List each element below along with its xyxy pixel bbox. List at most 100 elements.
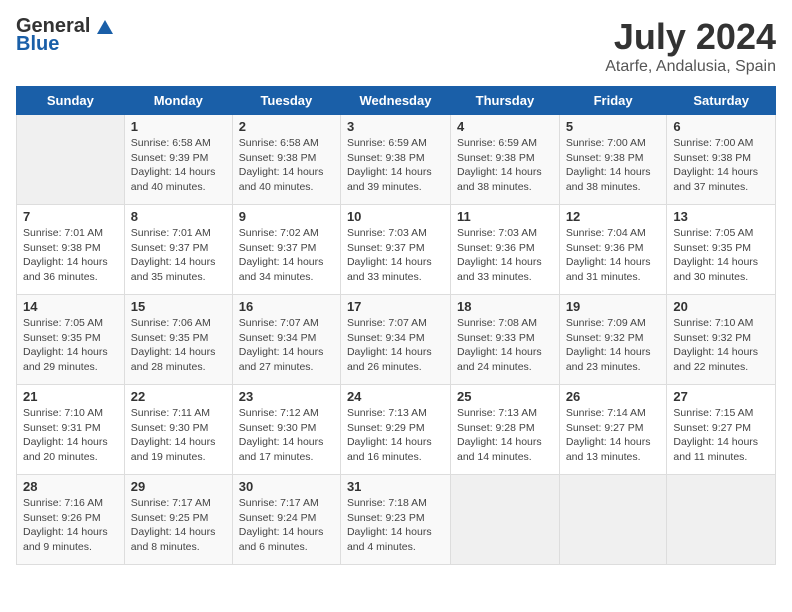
day-sun-info: Sunrise: 7:10 AMSunset: 9:32 PMDaylight:… bbox=[673, 316, 769, 375]
calendar-table: SundayMondayTuesdayWednesdayThursdayFrid… bbox=[16, 86, 776, 565]
week-row-2: 7 Sunrise: 7:01 AMSunset: 9:38 PMDaylight… bbox=[17, 205, 776, 295]
day-number: 7 bbox=[23, 209, 118, 224]
calendar-cell: 21Sunrise: 7:10 AMSunset: 9:31 PMDayligh… bbox=[17, 385, 125, 475]
calendar-cell bbox=[667, 475, 776, 565]
day-number: 27 bbox=[673, 389, 769, 404]
week-row-3: 14 Sunrise: 7:05 AMSunset: 9:35 PMDayligh… bbox=[17, 295, 776, 385]
location-title: Atarfe, Andalusia, Spain bbox=[605, 58, 776, 76]
calendar-cell: 11Sunrise: 7:03 AMSunset: 9:36 PMDayligh… bbox=[451, 205, 560, 295]
day-number: 29 bbox=[131, 479, 226, 494]
title-block: July 2024 Atarfe, Andalusia, Spain bbox=[605, 16, 776, 76]
day-sun-info: Sunrise: 7:12 AMSunset: 9:30 PMDaylight:… bbox=[239, 406, 334, 465]
day-sun-info: Sunrise: 7:14 AMSunset: 9:27 PMDaylight:… bbox=[566, 406, 661, 465]
day-sun-info: Sunrise: 7:11 AMSunset: 9:30 PMDaylight:… bbox=[131, 406, 226, 465]
calendar-header: SundayMondayTuesdayWednesdayThursdayFrid… bbox=[17, 87, 776, 115]
calendar-cell bbox=[559, 475, 667, 565]
day-number: 12 bbox=[566, 209, 661, 224]
calendar-cell: 4 Sunrise: 6:59 AMSunset: 9:38 PMDaylight… bbox=[451, 115, 560, 205]
day-number: 4 bbox=[457, 119, 553, 134]
calendar-cell: 10Sunrise: 7:03 AMSunset: 9:37 PMDayligh… bbox=[340, 205, 450, 295]
day-sun-info: Sunrise: 7:16 AMSunset: 9:26 PMDaylight:… bbox=[23, 496, 118, 555]
day-number: 25 bbox=[457, 389, 553, 404]
day-sun-info: Sunrise: 6:58 AMSunset: 9:39 PMDaylight:… bbox=[131, 136, 226, 195]
calendar-cell: 30 Sunrise: 7:17 AMSunset: 9:24 PMDayligh… bbox=[232, 475, 340, 565]
day-header-sunday: Sunday bbox=[17, 87, 125, 115]
calendar-cell: 28 Sunrise: 7:16 AMSunset: 9:26 PMDayligh… bbox=[17, 475, 125, 565]
calendar-cell: 26 Sunrise: 7:14 AMSunset: 9:27 PMDayligh… bbox=[559, 385, 667, 475]
calendar-cell: 14 Sunrise: 7:05 AMSunset: 9:35 PMDayligh… bbox=[17, 295, 125, 385]
calendar-cell: 19Sunrise: 7:09 AMSunset: 9:32 PMDayligh… bbox=[559, 295, 667, 385]
day-header-tuesday: Tuesday bbox=[232, 87, 340, 115]
day-sun-info: Sunrise: 7:17 AMSunset: 9:24 PMDaylight:… bbox=[239, 496, 334, 555]
day-number: 6 bbox=[673, 119, 769, 134]
day-number: 18 bbox=[457, 299, 553, 314]
day-sun-info: Sunrise: 7:05 AMSunset: 9:35 PMDaylight:… bbox=[23, 316, 118, 375]
day-sun-info: Sunrise: 7:05 AMSunset: 9:35 PMDaylight:… bbox=[673, 226, 769, 285]
calendar-cell: 15 Sunrise: 7:06 AMSunset: 9:35 PMDayligh… bbox=[124, 295, 232, 385]
day-number: 3 bbox=[347, 119, 444, 134]
calendar-cell bbox=[17, 115, 125, 205]
day-number: 22 bbox=[131, 389, 226, 404]
day-header-saturday: Saturday bbox=[667, 87, 776, 115]
day-sun-info: Sunrise: 7:07 AMSunset: 9:34 PMDaylight:… bbox=[347, 316, 444, 375]
calendar-cell: 8 Sunrise: 7:01 AMSunset: 9:37 PMDaylight… bbox=[124, 205, 232, 295]
day-number: 14 bbox=[23, 299, 118, 314]
day-number: 28 bbox=[23, 479, 118, 494]
calendar-cell: 16 Sunrise: 7:07 AMSunset: 9:34 PMDayligh… bbox=[232, 295, 340, 385]
day-sun-info: Sunrise: 7:01 AMSunset: 9:38 PMDaylight:… bbox=[23, 226, 118, 285]
day-sun-info: Sunrise: 7:18 AMSunset: 9:23 PMDaylight:… bbox=[347, 496, 444, 555]
week-row-4: 21Sunrise: 7:10 AMSunset: 9:31 PMDayligh… bbox=[17, 385, 776, 475]
day-sun-info: Sunrise: 7:13 AMSunset: 9:28 PMDaylight:… bbox=[457, 406, 553, 465]
day-number: 8 bbox=[131, 209, 226, 224]
day-sun-info: Sunrise: 7:01 AMSunset: 9:37 PMDaylight:… bbox=[131, 226, 226, 285]
day-number: 26 bbox=[566, 389, 661, 404]
day-number: 17 bbox=[347, 299, 444, 314]
calendar-cell: 18 Sunrise: 7:08 AMSunset: 9:33 PMDayligh… bbox=[451, 295, 560, 385]
day-sun-info: Sunrise: 7:08 AMSunset: 9:33 PMDaylight:… bbox=[457, 316, 553, 375]
day-number: 2 bbox=[239, 119, 334, 134]
day-number: 31 bbox=[347, 479, 444, 494]
day-header-wednesday: Wednesday bbox=[340, 87, 450, 115]
day-header-friday: Friday bbox=[559, 87, 667, 115]
day-sun-info: Sunrise: 6:59 AMSunset: 9:38 PMDaylight:… bbox=[347, 136, 444, 195]
day-number: 16 bbox=[239, 299, 334, 314]
calendar-cell: 5Sunrise: 7:00 AMSunset: 9:38 PMDaylight… bbox=[559, 115, 667, 205]
day-sun-info: Sunrise: 7:13 AMSunset: 9:29 PMDaylight:… bbox=[347, 406, 444, 465]
week-row-5: 28 Sunrise: 7:16 AMSunset: 9:26 PMDayligh… bbox=[17, 475, 776, 565]
day-sun-info: Sunrise: 7:10 AMSunset: 9:31 PMDaylight:… bbox=[23, 406, 118, 465]
day-number: 13 bbox=[673, 209, 769, 224]
logo-blue: Blue bbox=[16, 34, 115, 54]
day-number: 11 bbox=[457, 209, 553, 224]
day-sun-info: Sunrise: 7:07 AMSunset: 9:34 PMDaylight:… bbox=[239, 316, 334, 375]
day-number: 1 bbox=[131, 119, 226, 134]
day-number: 9 bbox=[239, 209, 334, 224]
calendar-cell: 23Sunrise: 7:12 AMSunset: 9:30 PMDayligh… bbox=[232, 385, 340, 475]
day-sun-info: Sunrise: 7:06 AMSunset: 9:35 PMDaylight:… bbox=[131, 316, 226, 375]
logo: General Blue bbox=[16, 16, 115, 54]
day-sun-info: Sunrise: 6:58 AMSunset: 9:38 PMDaylight:… bbox=[239, 136, 334, 195]
day-number: 20 bbox=[673, 299, 769, 314]
month-year-title: July 2024 bbox=[605, 16, 776, 58]
day-number: 30 bbox=[239, 479, 334, 494]
day-number: 24 bbox=[347, 389, 444, 404]
calendar-cell: 20 Sunrise: 7:10 AMSunset: 9:32 PMDayligh… bbox=[667, 295, 776, 385]
calendar-cell: 9 Sunrise: 7:02 AMSunset: 9:37 PMDaylight… bbox=[232, 205, 340, 295]
day-sun-info: Sunrise: 6:59 AMSunset: 9:38 PMDaylight:… bbox=[457, 136, 553, 195]
day-sun-info: Sunrise: 7:09 AMSunset: 9:32 PMDaylight:… bbox=[566, 316, 661, 375]
day-sun-info: Sunrise: 7:02 AMSunset: 9:37 PMDaylight:… bbox=[239, 226, 334, 285]
calendar-cell: 25 Sunrise: 7:13 AMSunset: 9:28 PMDayligh… bbox=[451, 385, 560, 475]
day-header-monday: Monday bbox=[124, 87, 232, 115]
calendar-cell: 27Sunrise: 7:15 AMSunset: 9:27 PMDayligh… bbox=[667, 385, 776, 475]
calendar-cell: 31 Sunrise: 7:18 AMSunset: 9:23 PMDayligh… bbox=[340, 475, 450, 565]
day-number: 5 bbox=[566, 119, 661, 134]
calendar-cell: 13 Sunrise: 7:05 AMSunset: 9:35 PMDayligh… bbox=[667, 205, 776, 295]
day-number: 15 bbox=[131, 299, 226, 314]
day-sun-info: Sunrise: 7:04 AMSunset: 9:36 PMDaylight:… bbox=[566, 226, 661, 285]
day-sun-info: Sunrise: 7:00 AMSunset: 9:38 PMDaylight:… bbox=[673, 136, 769, 195]
calendar-cell: 3 Sunrise: 6:59 AMSunset: 9:38 PMDaylight… bbox=[340, 115, 450, 205]
calendar-cell: 24 Sunrise: 7:13 AMSunset: 9:29 PMDayligh… bbox=[340, 385, 450, 475]
day-number: 10 bbox=[347, 209, 444, 224]
calendar-cell: 22 Sunrise: 7:11 AMSunset: 9:30 PMDayligh… bbox=[124, 385, 232, 475]
calendar-body: 1 Sunrise: 6:58 AMSunset: 9:39 PMDaylight… bbox=[17, 115, 776, 565]
calendar-cell: 1 Sunrise: 6:58 AMSunset: 9:39 PMDaylight… bbox=[124, 115, 232, 205]
